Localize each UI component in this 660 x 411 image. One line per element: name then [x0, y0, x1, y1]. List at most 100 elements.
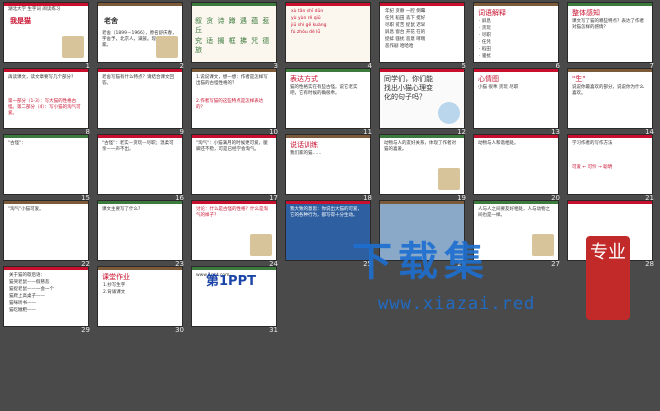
slide-number: 30: [175, 326, 184, 334]
slide-illustration: [62, 36, 84, 58]
watermark-url: www.xiazai.red: [378, 294, 536, 314]
slide-heading: 词语解释: [478, 9, 506, 17]
slide-top-bar: [98, 201, 182, 204]
slide-text-line: 猫哭老鼠——假慈悲: [9, 280, 50, 285]
slide-text-line: · 屏息: [479, 19, 491, 24]
slide-logo: 第1PPT: [206, 274, 256, 289]
slide-text-line: · 稻田: [479, 47, 491, 52]
slide-heading: 心情图: [478, 75, 499, 83]
slide-body-text: 小猫 很乖 贪玩 尽职: [478, 85, 519, 90]
slide-top-bar: [474, 69, 558, 72]
slide-thumbnail[interactable]: 老舍写猫有什么特点？请结合课文回答。: [98, 69, 182, 128]
slide-body-text: 老舍写猫有什么特点？请结合课文回答。: [102, 75, 174, 86]
slide-thumbnail[interactable]: xù tān shī dūn yù yùn rě qiū jiū shì gē ku…: [286, 3, 370, 62]
slide-illustration: [438, 102, 460, 124]
slide-text-line: fú zhòu dé lǚ: [291, 30, 321, 35]
slide-top-bar: [474, 135, 558, 138]
slide-text-line: · 贪玩: [479, 26, 491, 31]
slide-body-text: 讨论：什么是古怪的性格？什么是淘气的样子？: [196, 207, 268, 218]
slide-thumbnail[interactable]: 年纪 贪静 一腔 倒霉 任凭 稻田 丢下 挺好 尽职 贫苦 捉鼠 迟早 屏息 窗台 开…: [380, 3, 464, 62]
slide-body-text: 同学们，你们能找出小猫心理变化的句子吗？: [384, 75, 433, 101]
slide-top-bar: [568, 69, 652, 72]
watermark: 下载集 www.xiazai.red: [352, 240, 592, 326]
slide-top-bar: [192, 69, 276, 72]
slide-top-bar: [380, 69, 464, 72]
slide-thumbnail[interactable]: "淘气"小猫可爱。: [4, 201, 88, 260]
slide-thumbnail[interactable]: "生" 说说你最喜欢的部分，说说你为什么喜欢。: [568, 69, 652, 128]
slide-top-bar: [286, 135, 370, 138]
slide-text-line: · 骚扰: [479, 54, 491, 59]
slide-title: 我是猫: [10, 17, 31, 25]
slide-thumbnail[interactable]: 同学们，你们能找出小猫心理变化的句子吗？: [380, 69, 464, 128]
slide-body-text: 我大致的意思：你说出大猫的可爱，它的各种行为，都写得十分生动。: [290, 207, 362, 218]
slide-text-line: 猫捉老鼠——一会一个: [9, 287, 54, 292]
slide-body-text: 人与人之间要友好相处，人与动物之间也是一样。: [478, 207, 550, 218]
slide-top-bar: [4, 135, 88, 138]
slide-top-bar: [4, 3, 88, 6]
slide-heading: 表达方式: [290, 75, 318, 83]
slide-number: 28: [645, 260, 654, 268]
slide-text-line: 捉蚌 骚扰 恶意 哮喘: [385, 37, 426, 42]
slide-text-line: 关于猫的歇后语：: [9, 273, 45, 278]
slide-thumbnail[interactable]: 1.说说课文，想一想：作者是怎样写出猫的古怪性格的？ 2.作者写猫的这些特点是怎样…: [192, 69, 276, 128]
slide-text-line: 任凭 稻田 丢下 挺好: [385, 16, 426, 21]
slide-thumbnail[interactable]: 关于猫的歇后语： 猫哭老鼠——假慈悲 猫捉老鼠——一会一个 猫爬上高桌子—— 猫咪听书—…: [4, 267, 88, 326]
slide-text-line: yù yùn rě qiū: [291, 16, 321, 21]
slide-thumbnail[interactable]: 讨论：什么是古怪的性格？什么是淘气的样子？: [192, 201, 276, 260]
slide-thumbnail[interactable]: 学习作者的写作方法 可爱 ← 可怜 → 聪明: [568, 135, 652, 194]
slide-top-bar: [568, 135, 652, 138]
slide-text-line: 猫爬上高桌子——: [9, 294, 45, 299]
slide-top-bar: [98, 69, 182, 72]
slide-body-text: "淘气"：小猫满月的时候更可爱，腿脚还不稳，可是已经学会淘气。: [196, 141, 268, 152]
slide-body-text-2: 可爱 ← 可怜 → 聪明: [572, 165, 613, 170]
slide-thumbnail[interactable]: www.1ppt.com 第1PPT: [192, 267, 276, 326]
slide-top-bar: [286, 201, 370, 204]
slide-top-bar: [98, 135, 182, 138]
slide-thumbnail[interactable]: 整体感知课文写了猫的哪些特点？表达了作者对猫怎样的感情？: [568, 3, 652, 62]
slide-thumbnail[interactable]: 我是猫 湖北大学 生字词 阅读练习: [4, 3, 88, 62]
slide-thumbnail[interactable]: 说话训练我们家的猫……: [286, 135, 370, 194]
slide-body-text: 我们家的猫……: [290, 151, 322, 156]
slide-body-text: 猫的性格实在有些古怪。说它老实吧，它有时候的确很乖。: [290, 85, 358, 96]
slide-top-bar: [98, 3, 182, 6]
slide-body-text: "古怪"：老实—贪玩—尽职；温柔可亲—一声不出。: [102, 141, 174, 152]
slide-thumbnail[interactable]: 动物与人的友好关系，体现了作者对猫的喜爱。: [380, 135, 464, 194]
slide-text-line: 猫吃糍粑——: [9, 308, 36, 313]
slide-body-text: 说说你最喜欢的部分，说说你为什么喜欢。: [572, 85, 644, 96]
slide-grid: 我是猫 湖北大学 生字词 阅读练习 1 老舍 老舍（1899－1966），原名舒庆春，字…: [4, 3, 656, 407]
slide-top-bar: [192, 267, 276, 270]
watermark-title: 下载集: [352, 239, 490, 285]
slide-top-bar: [380, 201, 464, 204]
watermark-seal: 专业: [586, 236, 630, 320]
slide-title: 老舍: [104, 17, 118, 25]
slide-body-text: 课文写了猫的哪些特点？表达了作者对猫怎样的感情？: [572, 19, 644, 30]
slide-top-bar: [286, 3, 370, 6]
slide-heading: 整体感知: [572, 9, 600, 17]
slide-thumbnail[interactable]: 老舍 老舍（1899－1966），原名舒庆春，字舍予，北京人，满族。现代著名作家。: [98, 3, 182, 62]
slide-text-line: jiū shì gē kuàng: [291, 23, 327, 28]
slide-thumbnail[interactable]: "淘气"：小猫满月的时候更可爱，腿脚还不稳，可是已经学会淘气。: [192, 135, 276, 194]
slide-top-bar: [4, 267, 88, 270]
slide-body-text: 动物与人的友好关系，体现了作者对猫的喜爱。: [384, 141, 456, 152]
slide-thumbnail[interactable]: 动物与人和谐相处。: [474, 135, 558, 194]
slide-text-line: 年纪 贪静 一腔 倒霉: [385, 9, 426, 14]
slide-thumbnail[interactable]: 再读课文，读文章要写几个部分？ 第一部分（1-3）：写大猫的性格古怪。第二部分（4…: [4, 69, 88, 128]
slide-thumbnail[interactable]: 课堂作业 1.抄写生字 2.背诵课文: [98, 267, 182, 326]
slide-thumbnail[interactable]: 课文主要写了什么？: [98, 201, 182, 260]
slide-text-line: 屏息 窗台 开花 在的: [385, 30, 426, 35]
slide-thumbnail[interactable]: "古怪"：: [4, 135, 88, 194]
slide-heading: 说话训练: [290, 141, 318, 149]
slide-body-text: 1.说说课文，想一想：作者是怎样写出猫的古怪性格的？: [196, 75, 268, 86]
slide-illustration: [250, 234, 272, 256]
slide-thumbnail[interactable]: 词语解释 · 屏息 · 贪玩 · 尽职 · 任凭 · 稻田 · 骚扰: [474, 3, 558, 62]
slide-top-bar: [192, 135, 276, 138]
slide-body-text: 课文主要写了什么？: [102, 207, 143, 212]
slide-body-text: "古怪"：: [8, 141, 26, 146]
slide-chars-row1: 叙 贪 诗 蹲 遇 蕴 惹 丘: [195, 17, 271, 34]
slide-thumbnail[interactable]: "古怪"：老实—贪玩—尽职；温柔可亲—一声不出。: [98, 135, 182, 194]
slide-heading: 课堂作业: [102, 273, 130, 281]
slide-heading: "生": [572, 75, 586, 83]
slide-thumbnail[interactable]: 表达方式猫的性格实在有些古怪。说它老实吧，它有时候的确很乖。: [286, 69, 370, 128]
slide-thumbnail[interactable]: 叙 贪 诗 蹲 遇 蕴 惹 丘究 适 搁 框 拂 咒 德 旅: [192, 3, 276, 62]
slide-thumbnail[interactable]: 心情图小猫 很乖 贪玩 尽职: [474, 69, 558, 128]
